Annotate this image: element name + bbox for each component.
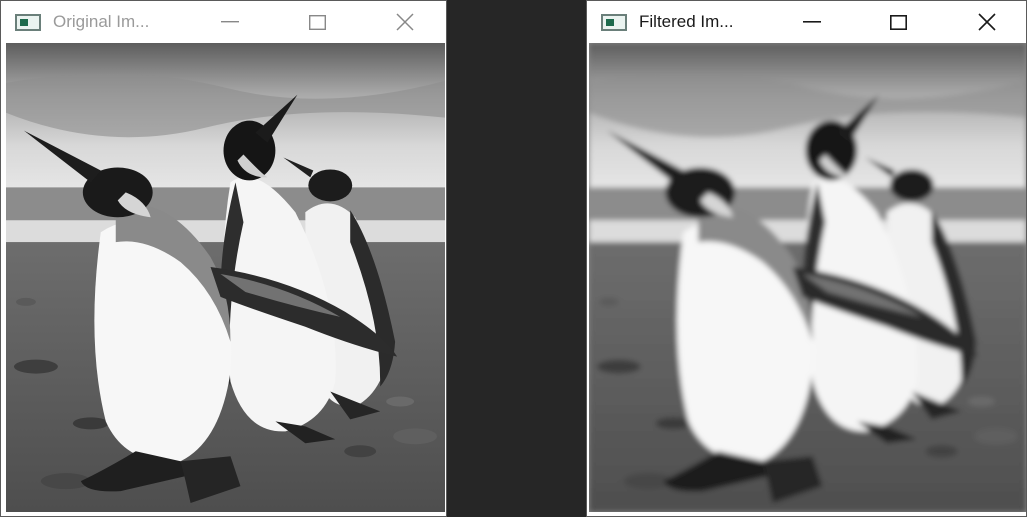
app-image-icon bbox=[15, 13, 41, 31]
close-button[interactable] bbox=[382, 1, 428, 43]
close-icon bbox=[978, 13, 996, 31]
title-bar[interactable]: Original Im... bbox=[1, 1, 446, 43]
penguins-image bbox=[6, 43, 445, 512]
close-icon bbox=[396, 13, 414, 31]
minimize-icon bbox=[803, 21, 821, 23]
window-title: Filtered Im... bbox=[639, 12, 734, 31]
filtered-image bbox=[589, 43, 1026, 512]
window-title: Original Im... bbox=[53, 12, 150, 31]
title-bar[interactable]: Filtered Im... bbox=[587, 1, 1026, 43]
original-image-window[interactable]: Original Im... bbox=[0, 0, 447, 517]
close-button[interactable] bbox=[964, 1, 1010, 43]
minimize-icon bbox=[221, 21, 239, 23]
maximize-icon bbox=[889, 14, 907, 30]
original-image bbox=[6, 43, 445, 512]
maximize-icon bbox=[308, 14, 326, 30]
minimize-button[interactable] bbox=[789, 1, 835, 43]
penguins-blurred-image bbox=[589, 43, 1026, 512]
maximize-button[interactable] bbox=[294, 1, 340, 43]
maximize-button[interactable] bbox=[875, 1, 921, 43]
app-image-icon bbox=[601, 13, 627, 31]
filtered-image-window[interactable]: Filtered Im... bbox=[586, 0, 1027, 517]
minimize-button[interactable] bbox=[207, 1, 253, 43]
